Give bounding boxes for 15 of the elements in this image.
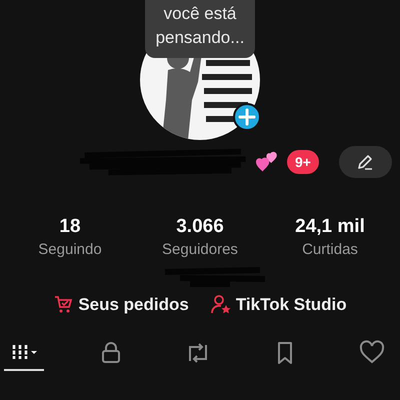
stat-label[interactable]: Curtidas [302, 241, 358, 258]
stat-label[interactable]: Seguindo [38, 241, 102, 258]
profile-link[interactable]: TikTok Studio [210, 294, 347, 315]
stat-label[interactable]: Seguidores [162, 241, 238, 258]
notification-badge: 9+ [287, 150, 319, 174]
edit-button[interactable] [338, 146, 392, 178]
note-bubble[interactable]: você está pensando... [145, 0, 255, 58]
cart-icon [53, 294, 74, 315]
stat-value: 24,1 mil [295, 216, 365, 238]
profile-link[interactable]: Seus pedidos [53, 294, 189, 315]
plus-icon[interactable] [233, 103, 261, 131]
pencil-icon [356, 153, 374, 171]
stat-value: 18 [59, 216, 81, 238]
person-star-icon [210, 294, 232, 315]
stat-value: 3.066 [176, 216, 224, 238]
